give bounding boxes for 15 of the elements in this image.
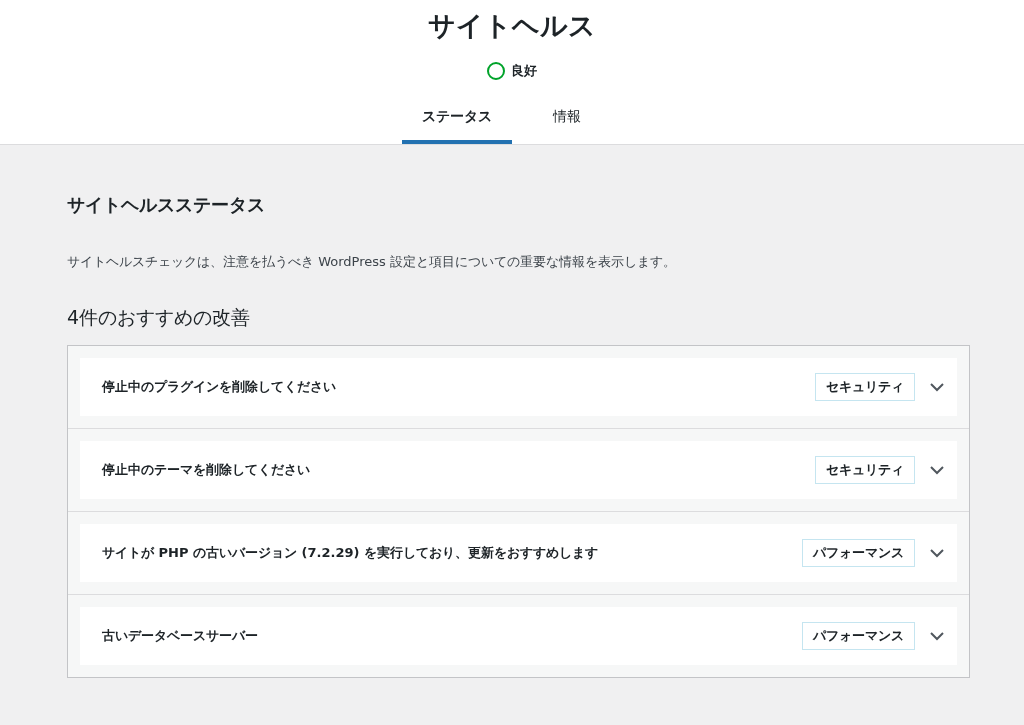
category-badge: セキュリティ	[815, 456, 915, 484]
category-badge: パフォーマンス	[802, 539, 915, 567]
page-title: サイトヘルス	[428, 9, 596, 43]
tab[interactable]: ステータス	[402, 100, 512, 144]
section-description: サイトヘルスチェックは、注意を払うべき WordPress 設定と項目についての重要な情報を表示します。	[67, 253, 677, 271]
count-heading: 4件のおすすめの改善	[67, 305, 252, 330]
category-badge: パフォーマンス	[802, 622, 915, 650]
issue-item[interactable]: 古いデータベースサーバー パフォーマンス	[80, 607, 957, 665]
section-heading: サイトヘルスステータス	[67, 193, 266, 217]
status-label: 良好	[511, 62, 537, 80]
category-badge: セキュリティ	[815, 373, 915, 401]
tab[interactable]: 情報	[512, 100, 622, 144]
issue-item[interactable]: サイトが PHP の古いバージョン (7.2.29) を実行しており、更新をおすすめします パフォーマンス	[80, 524, 957, 582]
issue-item[interactable]: 停止中のプラグインを削除してください セキュリティ	[80, 358, 957, 416]
issue-item[interactable]: 停止中のテーマを削除してください セキュリティ	[80, 441, 957, 499]
